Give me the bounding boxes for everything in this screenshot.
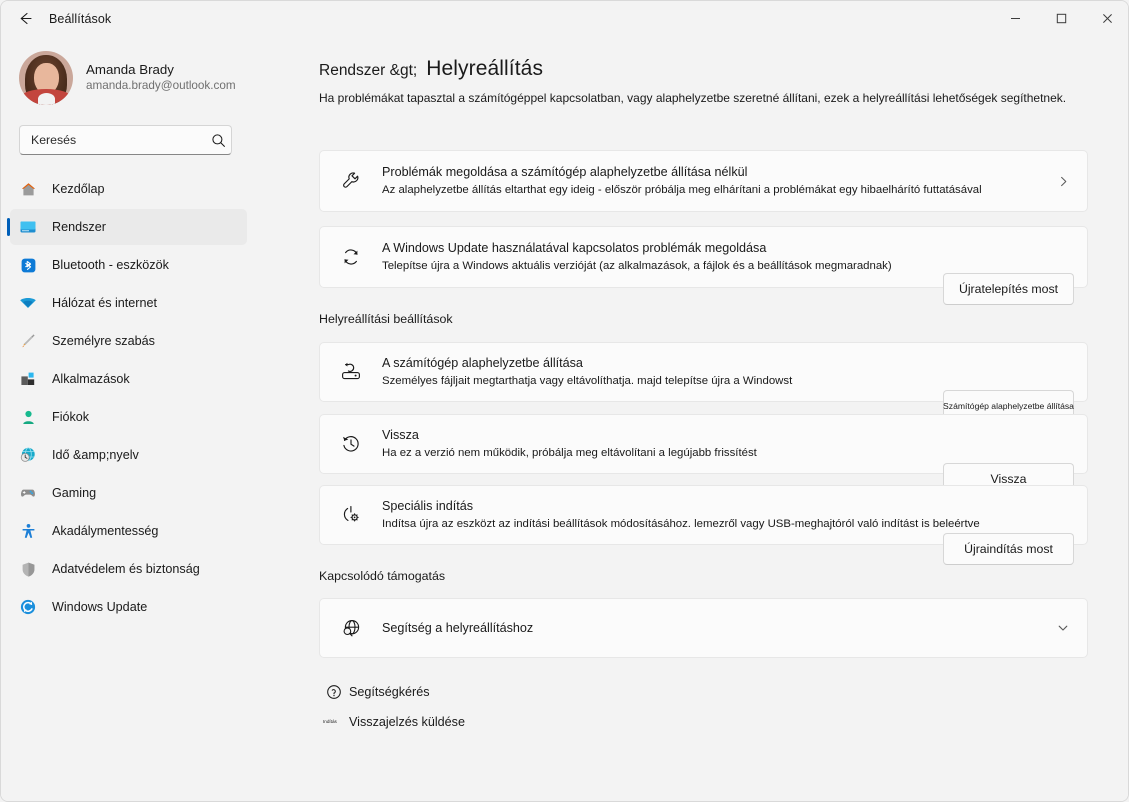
wifi-icon: [10, 294, 46, 312]
clock-globe-icon: [10, 446, 46, 464]
bluetooth-icon: [10, 257, 46, 274]
profile-email: amanda.brady@outlook.com: [86, 79, 236, 93]
power-gear-icon: [320, 504, 382, 526]
section-heading-related-support: Kapcsolódó támogatás: [319, 569, 446, 583]
sidebar-item-szemelyre-szabas[interactable]: Személyre szabás: [10, 323, 247, 359]
sidebar-item-label: Személyre szabás: [52, 334, 155, 348]
sidebar-item-fiokok[interactable]: Fiókok: [10, 399, 247, 435]
card-description: Ha ez a verzió nem működik, próbálja meg…: [382, 446, 757, 459]
system-monitor-icon: [10, 218, 46, 236]
history-clock-icon: [320, 433, 382, 455]
avatar: [19, 51, 73, 105]
window-controls: [992, 1, 1128, 36]
account-person-icon: [10, 409, 46, 426]
sidebar-item-label: Rendszer: [52, 220, 106, 234]
maximize-button[interactable]: [1038, 1, 1084, 36]
chevron-right-icon: [1039, 175, 1087, 188]
sidebar-item-label: Kezdőlap: [52, 182, 105, 196]
sidebar-item-label: Bluetooth - eszközök: [52, 258, 169, 272]
sidebar-item-label: Fiókok: [52, 410, 90, 424]
sidebar-item-rendszer[interactable]: Rendszer: [7, 209, 247, 245]
close-button[interactable]: [1084, 1, 1128, 36]
search-input[interactable]: [31, 133, 205, 147]
footer-link-label: Visszajelzés küldése: [349, 715, 465, 729]
back-button[interactable]: [7, 4, 43, 34]
card-description: Az alaphelyzetbe állítás eltarthat egy i…: [382, 183, 982, 196]
update-refresh-icon: [10, 598, 46, 616]
card-title: Vissza: [382, 428, 419, 443]
footer-link-get-help[interactable]: Segítségkérés: [319, 684, 430, 700]
sidebar: Amanda Brady amanda.brady@outlook.com Ke…: [1, 36, 290, 801]
sidebar-item-label: Idő &amp;nyelv: [52, 448, 139, 462]
sidebar-nav: Kezdőlap Rendszer Bluetooth - eszközök H…: [1, 171, 290, 625]
sidebar-item-gaming[interactable]: Gaming: [10, 475, 247, 511]
footer-link-label: Segítségkérés: [349, 685, 430, 699]
breadcrumb: Rendszer &gt; Helyreállítás: [319, 57, 1128, 81]
card-description: Indítsa újra az eszközt az indítási beál…: [382, 517, 980, 530]
sidebar-item-alkalmazasok[interactable]: Alkalmazások: [10, 361, 247, 397]
accessibility-person-icon: [10, 523, 46, 540]
title-bar: Beállítások: [1, 1, 1128, 36]
sidebar-item-ido-nyelv[interactable]: Idő &amp;nyelv: [10, 437, 247, 473]
wrench-icon: [320, 170, 382, 192]
reinstall-now-button[interactable]: Újratelepítés most: [943, 273, 1074, 305]
card-title: Speciális indítás: [382, 499, 474, 514]
paintbrush-icon: [10, 332, 46, 350]
card-fix-problems-without-reset[interactable]: Problémák megoldása a számítógép alaphel…: [319, 150, 1088, 212]
refresh-circular-icon: [320, 246, 382, 268]
minimize-button[interactable]: [992, 1, 1038, 36]
sidebar-item-halozat[interactable]: Hálózat és internet: [10, 285, 247, 321]
search-box[interactable]: [19, 125, 232, 155]
settings-window: Beállítások Amanda Brady amanda.brady@ou…: [0, 0, 1129, 802]
card-title: Problémák megoldása a számítógép alaphel…: [382, 165, 748, 180]
sidebar-item-label: Alkalmazások: [52, 372, 130, 386]
sidebar-item-adatvedelem[interactable]: Adatvédelem és biztonság: [10, 551, 247, 587]
chevron-down-icon: [1039, 621, 1087, 635]
reset-pc-icon: [320, 361, 382, 383]
sidebar-item-kezdolap[interactable]: Kezdőlap: [10, 171, 247, 207]
apps-icon: [10, 370, 46, 388]
globe-search-icon: [320, 617, 382, 640]
sidebar-item-label: Hálózat és internet: [52, 296, 158, 310]
card-recovery-help[interactable]: Segítség a helyreállításhoz: [319, 598, 1088, 658]
restart-now-button[interactable]: Újraindítás most: [943, 533, 1074, 565]
sidebar-item-label: Windows Update: [52, 600, 148, 614]
sidebar-item-bluetooth[interactable]: Bluetooth - eszközök: [10, 247, 247, 283]
sidebar-item-label: Akadálymentesség: [52, 524, 159, 538]
card-title: Segítség a helyreállításhoz: [382, 620, 534, 635]
search-icon: [205, 133, 231, 148]
sidebar-item-akadalymentesseg[interactable]: Akadálymentesség: [10, 513, 247, 549]
sidebar-item-label: Gaming: [52, 486, 97, 500]
page-title: Helyreállítás: [426, 57, 544, 80]
card-title: A számítógép alaphelyzetbe állítása: [382, 356, 583, 371]
question-circle-icon: [319, 684, 349, 700]
tiny-text-icon: Indítás: [323, 719, 337, 725]
home-icon: [10, 181, 46, 198]
back-arrow-icon: [17, 10, 34, 27]
card-title: A Windows Update használatával kapcsolat…: [382, 241, 767, 256]
profile-name: Amanda Brady: [86, 61, 174, 77]
card-description: Személyes fájljait megtarthatja vagy elt…: [382, 374, 793, 387]
card-description: Telepítse újra a Windows aktuális verzió…: [382, 259, 892, 272]
section-heading-recovery-options: Helyreállítási beállítások: [319, 312, 453, 326]
footer-link-give-feedback[interactable]: Indítás Visszajelzés küldése: [319, 715, 465, 729]
shield-icon: [10, 561, 46, 578]
user-profile[interactable]: Amanda Brady amanda.brady@outlook.com: [19, 49, 290, 107]
gamepad-icon: [10, 484, 46, 502]
breadcrumb-parent[interactable]: Rendszer &gt;: [319, 62, 417, 80]
sidebar-item-label: Adatvédelem és biztonság: [52, 562, 200, 576]
page-description: Ha problémákat tapasztal a számítógéppel…: [319, 91, 1067, 105]
window-title: Beállítások: [49, 11, 112, 26]
sidebar-item-windows-update[interactable]: Windows Update: [10, 589, 247, 625]
